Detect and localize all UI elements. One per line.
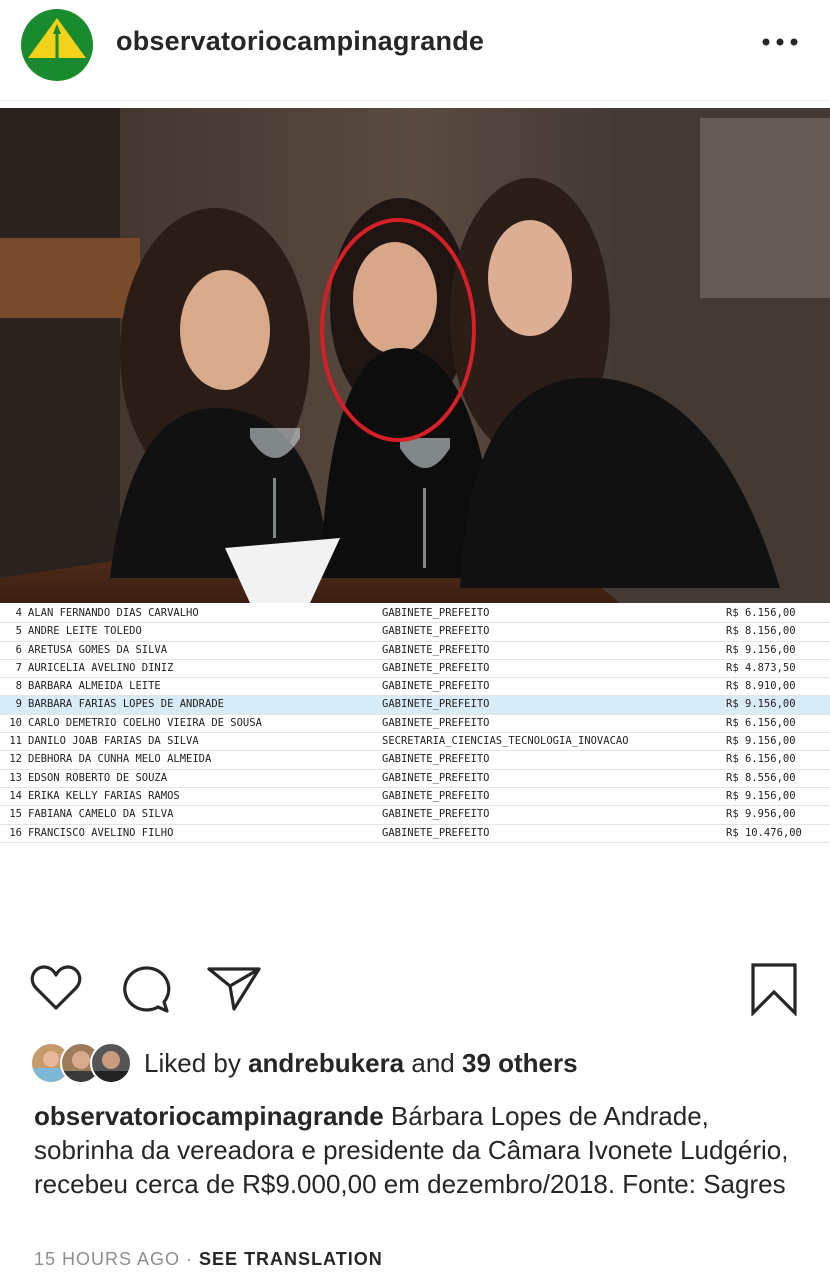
row-salary: R$ 6.156,00 — [726, 753, 796, 766]
heart-icon[interactable] — [30, 964, 82, 1012]
header-divider — [0, 100, 830, 101]
row-number: 7 — [15, 661, 22, 674]
meta-separator: · — [180, 1249, 200, 1269]
row-number: 5 — [15, 625, 22, 638]
row-department: GABINETE_PREFEITO — [382, 625, 490, 638]
row-salary: R$ 8.910,00 — [726, 680, 796, 693]
row-department: GABINETE_PREFEITO — [382, 808, 490, 821]
row-department: GABINETE_PREFEITO — [382, 643, 490, 656]
row-department: GABINETE_PREFEITO — [382, 771, 490, 784]
row-name: BARBARA ALMEIDA LEITE — [28, 680, 161, 693]
likes-prefix: Liked by — [144, 1048, 249, 1078]
table-row: 6 ARETUSA GOMES DA SILVA GABINETE_PREFEITO… — [0, 642, 830, 660]
row-salary: R$ 4.873,50 — [726, 661, 796, 674]
row-number: 6 — [15, 643, 22, 656]
row-number: 16 — [9, 826, 22, 839]
row-department: GABINETE_PREFEITO — [382, 753, 490, 766]
table-row: 5 ANDRE LEITE TOLEDO GABINETE_PREFEITO R$ 8… — [0, 623, 830, 642]
table-row: 4 ALAN FERNANDO DIAS CARVALHO GABINETE_PRE… — [0, 605, 830, 624]
row-department: GABINETE_PREFEITO — [382, 826, 490, 839]
row-number: 10 — [9, 716, 22, 729]
profile-avatar[interactable] — [20, 8, 94, 82]
row-salary: R$ 9.156,00 — [726, 735, 796, 748]
row-salary: R$ 8.156,00 — [726, 625, 796, 638]
table-row: 7 AURICELIA AVELINO DINIZ GABINETE_PREFEIT… — [0, 660, 830, 679]
row-number: 14 — [9, 789, 22, 802]
salary-table: 4 ALAN FERNANDO DIAS CARVALHO GABINETE_PRE… — [0, 605, 830, 843]
table-row: 11 DANILO JOAB FARIAS DA SILVA SECRETARIA_… — [0, 733, 830, 752]
likes-middle: and — [404, 1048, 462, 1078]
row-department: SECRETARIA_CIENCIAS_TECNOLOGIA_INOVACAO — [382, 735, 629, 748]
row-department: GABINETE_PREFEITO — [382, 607, 490, 619]
row-name: DEBHORA DA CUNHA MELO ALMEIDA — [28, 753, 212, 766]
post-header: observatoriocampinagrande — [0, 0, 830, 96]
likes-row[interactable]: Liked by andrebukera and 39 others — [30, 1040, 810, 1086]
bookmark-icon[interactable] — [748, 962, 800, 1016]
table-row: 8 BARBARA ALMEIDA LEITE GABINETE_PREFEITO R… — [0, 678, 830, 697]
table-row: 15 FABIANA CAMELO DA SILVA GABINETE_PREFEI… — [0, 806, 830, 825]
row-name: BARBARA FARIAS LOPES DE ANDRADE — [28, 698, 224, 711]
row-name: CARLO DEMETRIO COELHO VIEIRA DE SOUSA — [28, 716, 262, 729]
post-username[interactable]: observatoriocampinagrande — [116, 26, 484, 57]
see-translation-button[interactable]: SEE TRANSLATION — [199, 1249, 383, 1269]
row-department: GABINETE_PREFEITO — [382, 661, 490, 674]
row-name: DANILO JOAB FARIAS DA SILVA — [28, 735, 199, 748]
more-horizontal-icon[interactable] — [760, 30, 800, 54]
row-department: GABINETE_PREFEITO — [382, 698, 490, 711]
row-name: ALAN FERNANDO DIAS CARVALHO — [28, 607, 199, 619]
post-media[interactable]: 4 ALAN FERNANDO DIAS CARVALHO GABINETE_PRE… — [0, 108, 830, 908]
likes-text: Liked by andrebukera and 39 others — [144, 1048, 578, 1079]
comment-icon[interactable] — [120, 964, 172, 1014]
caption-username[interactable]: observatoriocampinagrande — [34, 1101, 384, 1131]
likes-others[interactable]: 39 others — [462, 1048, 578, 1078]
liker-username[interactable]: andrebukera — [248, 1048, 404, 1078]
post-photo — [0, 108, 830, 603]
table-row: 13 EDSON ROBERTO DE SOUZA GABINETE_PREFEIT… — [0, 770, 830, 788]
row-number: 12 — [9, 753, 22, 766]
row-salary: R$ 10.476,00 — [726, 826, 802, 839]
row-salary: R$ 8.556,00 — [726, 771, 796, 784]
row-name: EDSON ROBERTO DE SOUZA — [28, 771, 168, 784]
row-salary: R$ 9.156,00 — [726, 789, 796, 802]
table-row: 9 BARBARA FARIAS LOPES DE ANDRADE GABINETE… — [0, 696, 830, 715]
row-department: GABINETE_PREFEITO — [382, 716, 490, 729]
table-row: 14 ERIKA KELLY FARIAS RAMOS GABINETE_PREFE… — [0, 788, 830, 807]
action-bar — [0, 960, 830, 1020]
row-department: GABINETE_PREFEITO — [382, 680, 490, 693]
post-meta: 15 HOURS AGO · SEE TRANSLATION — [34, 1249, 383, 1270]
row-number: 9 — [15, 698, 22, 711]
row-salary: R$ 6.156,00 — [726, 716, 796, 729]
post-time: 15 HOURS AGO — [34, 1249, 181, 1269]
row-name: ARETUSA GOMES DA SILVA — [28, 643, 168, 656]
row-number: 13 — [9, 771, 22, 784]
row-department: GABINETE_PREFEITO — [382, 789, 490, 802]
table-row: 12 DEBHORA DA CUNHA MELO ALMEIDA GABINETE_… — [0, 751, 830, 770]
row-number: 11 — [9, 735, 22, 748]
row-number: 8 — [15, 680, 22, 693]
row-name: ANDRE LEITE TOLEDO — [28, 625, 142, 638]
liker-avatar[interactable] — [90, 1042, 132, 1084]
table-row: 16 FRANCISCO AVELINO FILHO GABINETE_PREFEI… — [0, 825, 830, 843]
row-name: FRANCISCO AVELINO FILHO — [28, 826, 174, 839]
row-name: ERIKA KELLY FARIAS RAMOS — [28, 789, 180, 802]
row-name: FABIANA CAMELO DA SILVA — [28, 808, 174, 821]
row-name: AURICELIA AVELINO DINIZ — [28, 661, 174, 674]
row-salary: R$ 9.956,00 — [726, 808, 796, 821]
post-caption: observatoriocampinagrande Bárbara Lopes … — [34, 1099, 804, 1201]
row-salary: R$ 9.156,00 — [726, 698, 796, 711]
send-icon[interactable] — [206, 964, 262, 1012]
row-salary: R$ 6.156,00 — [726, 607, 796, 619]
row-salary: R$ 9.156,00 — [726, 643, 796, 656]
table-row: 10 CARLO DEMETRIO COELHO VIEIRA DE SOUSA G… — [0, 715, 830, 734]
row-number: 15 — [9, 808, 22, 821]
row-number: 4 — [15, 607, 22, 619]
